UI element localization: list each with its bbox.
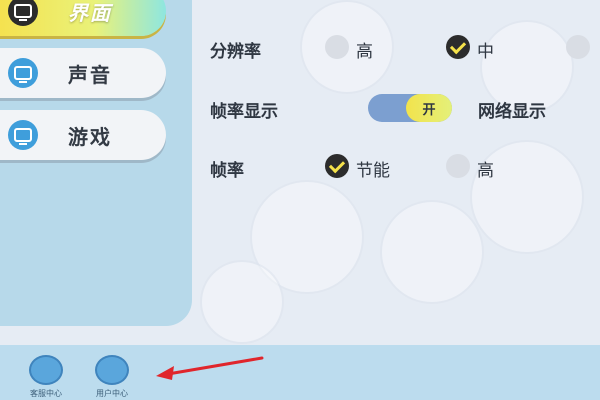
fps-label: 帧率 xyxy=(210,161,244,181)
monitor-icon xyxy=(8,0,38,26)
fps-high-label: 高 xyxy=(477,161,494,181)
monitor-icon xyxy=(8,120,38,150)
user-center-label: 用户中心 xyxy=(96,389,128,398)
user-center-button[interactable]: 用户中心 xyxy=(88,355,136,399)
resolution-label: 分辨率 xyxy=(210,42,261,62)
network-display-label: 网络显示 xyxy=(478,102,546,122)
monitor-icon xyxy=(8,58,38,88)
tab-game[interactable]: 游戏 xyxy=(0,110,166,160)
resolution-medium-radio[interactable] xyxy=(446,35,470,59)
checkmark-icon xyxy=(328,156,346,173)
resolution-medium-label: 中 xyxy=(477,42,494,62)
fps-high-radio[interactable] xyxy=(446,154,470,178)
fps-display-label: 帧率显示 xyxy=(210,102,278,122)
resolution-high-radio[interactable] xyxy=(325,35,349,59)
fps-display-toggle[interactable]: 开 xyxy=(368,94,452,122)
customer-service-button[interactable]: 客服中心 xyxy=(22,355,70,399)
settings-screen: 界面 声音 游戏 分辨率 高 中 帧率显示 开 网络显示 帧率 节能 高 客服中… xyxy=(0,0,600,400)
background-bubble xyxy=(200,260,284,344)
annotation-arrow-icon xyxy=(156,356,264,380)
resolution-low-radio[interactable] xyxy=(566,35,590,59)
tab-label: 游戏 xyxy=(68,124,112,149)
background-bubble xyxy=(380,200,484,304)
user-center-icon xyxy=(95,355,129,385)
fps-power-save-radio[interactable] xyxy=(325,154,349,178)
toggle-knob: 开 xyxy=(406,94,452,122)
tab-sound[interactable]: 声音 xyxy=(0,48,166,98)
customer-service-label: 客服中心 xyxy=(30,389,62,398)
tab-interface[interactable]: 界面 xyxy=(0,0,166,36)
checkmark-icon xyxy=(449,37,467,54)
tab-label: 声音 xyxy=(68,62,112,87)
fps-power-save-label: 节能 xyxy=(356,161,390,181)
resolution-high-label: 高 xyxy=(356,42,373,62)
tab-label: 界面 xyxy=(68,0,112,25)
customer-service-icon xyxy=(29,355,63,385)
